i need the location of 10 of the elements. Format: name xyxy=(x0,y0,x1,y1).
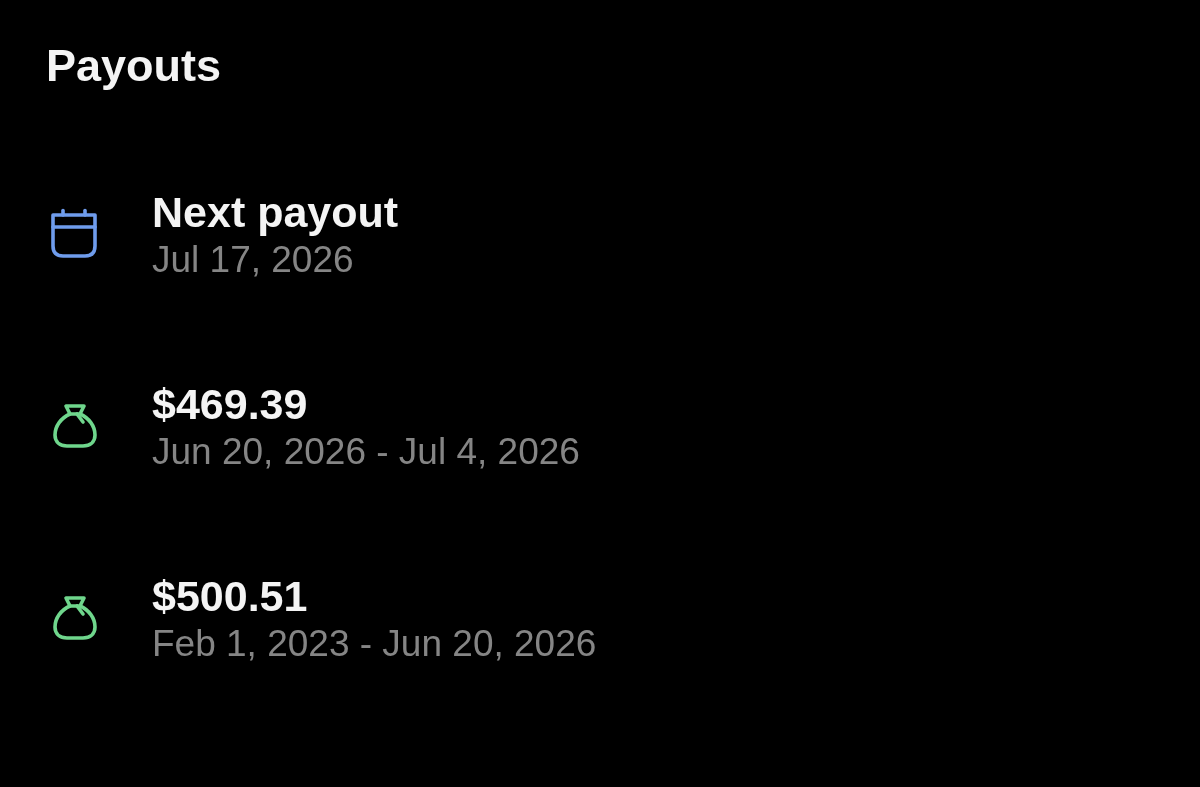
item-subtitle: Jun 20, 2026 - Jul 4, 2026 xyxy=(152,430,580,474)
item-title: $500.51 xyxy=(152,571,308,622)
item-title: $469.39 xyxy=(152,379,308,430)
page-title: Payouts xyxy=(46,39,222,93)
item-subtitle: Jul 17, 2026 xyxy=(152,238,354,282)
item-title: Next payout xyxy=(152,187,399,238)
money-bag-icon xyxy=(53,596,97,640)
item-subtitle: Feb 1, 2023 - Jun 20, 2026 xyxy=(152,622,597,666)
money-bag-icon xyxy=(53,404,97,448)
calendar-icon xyxy=(51,210,97,258)
